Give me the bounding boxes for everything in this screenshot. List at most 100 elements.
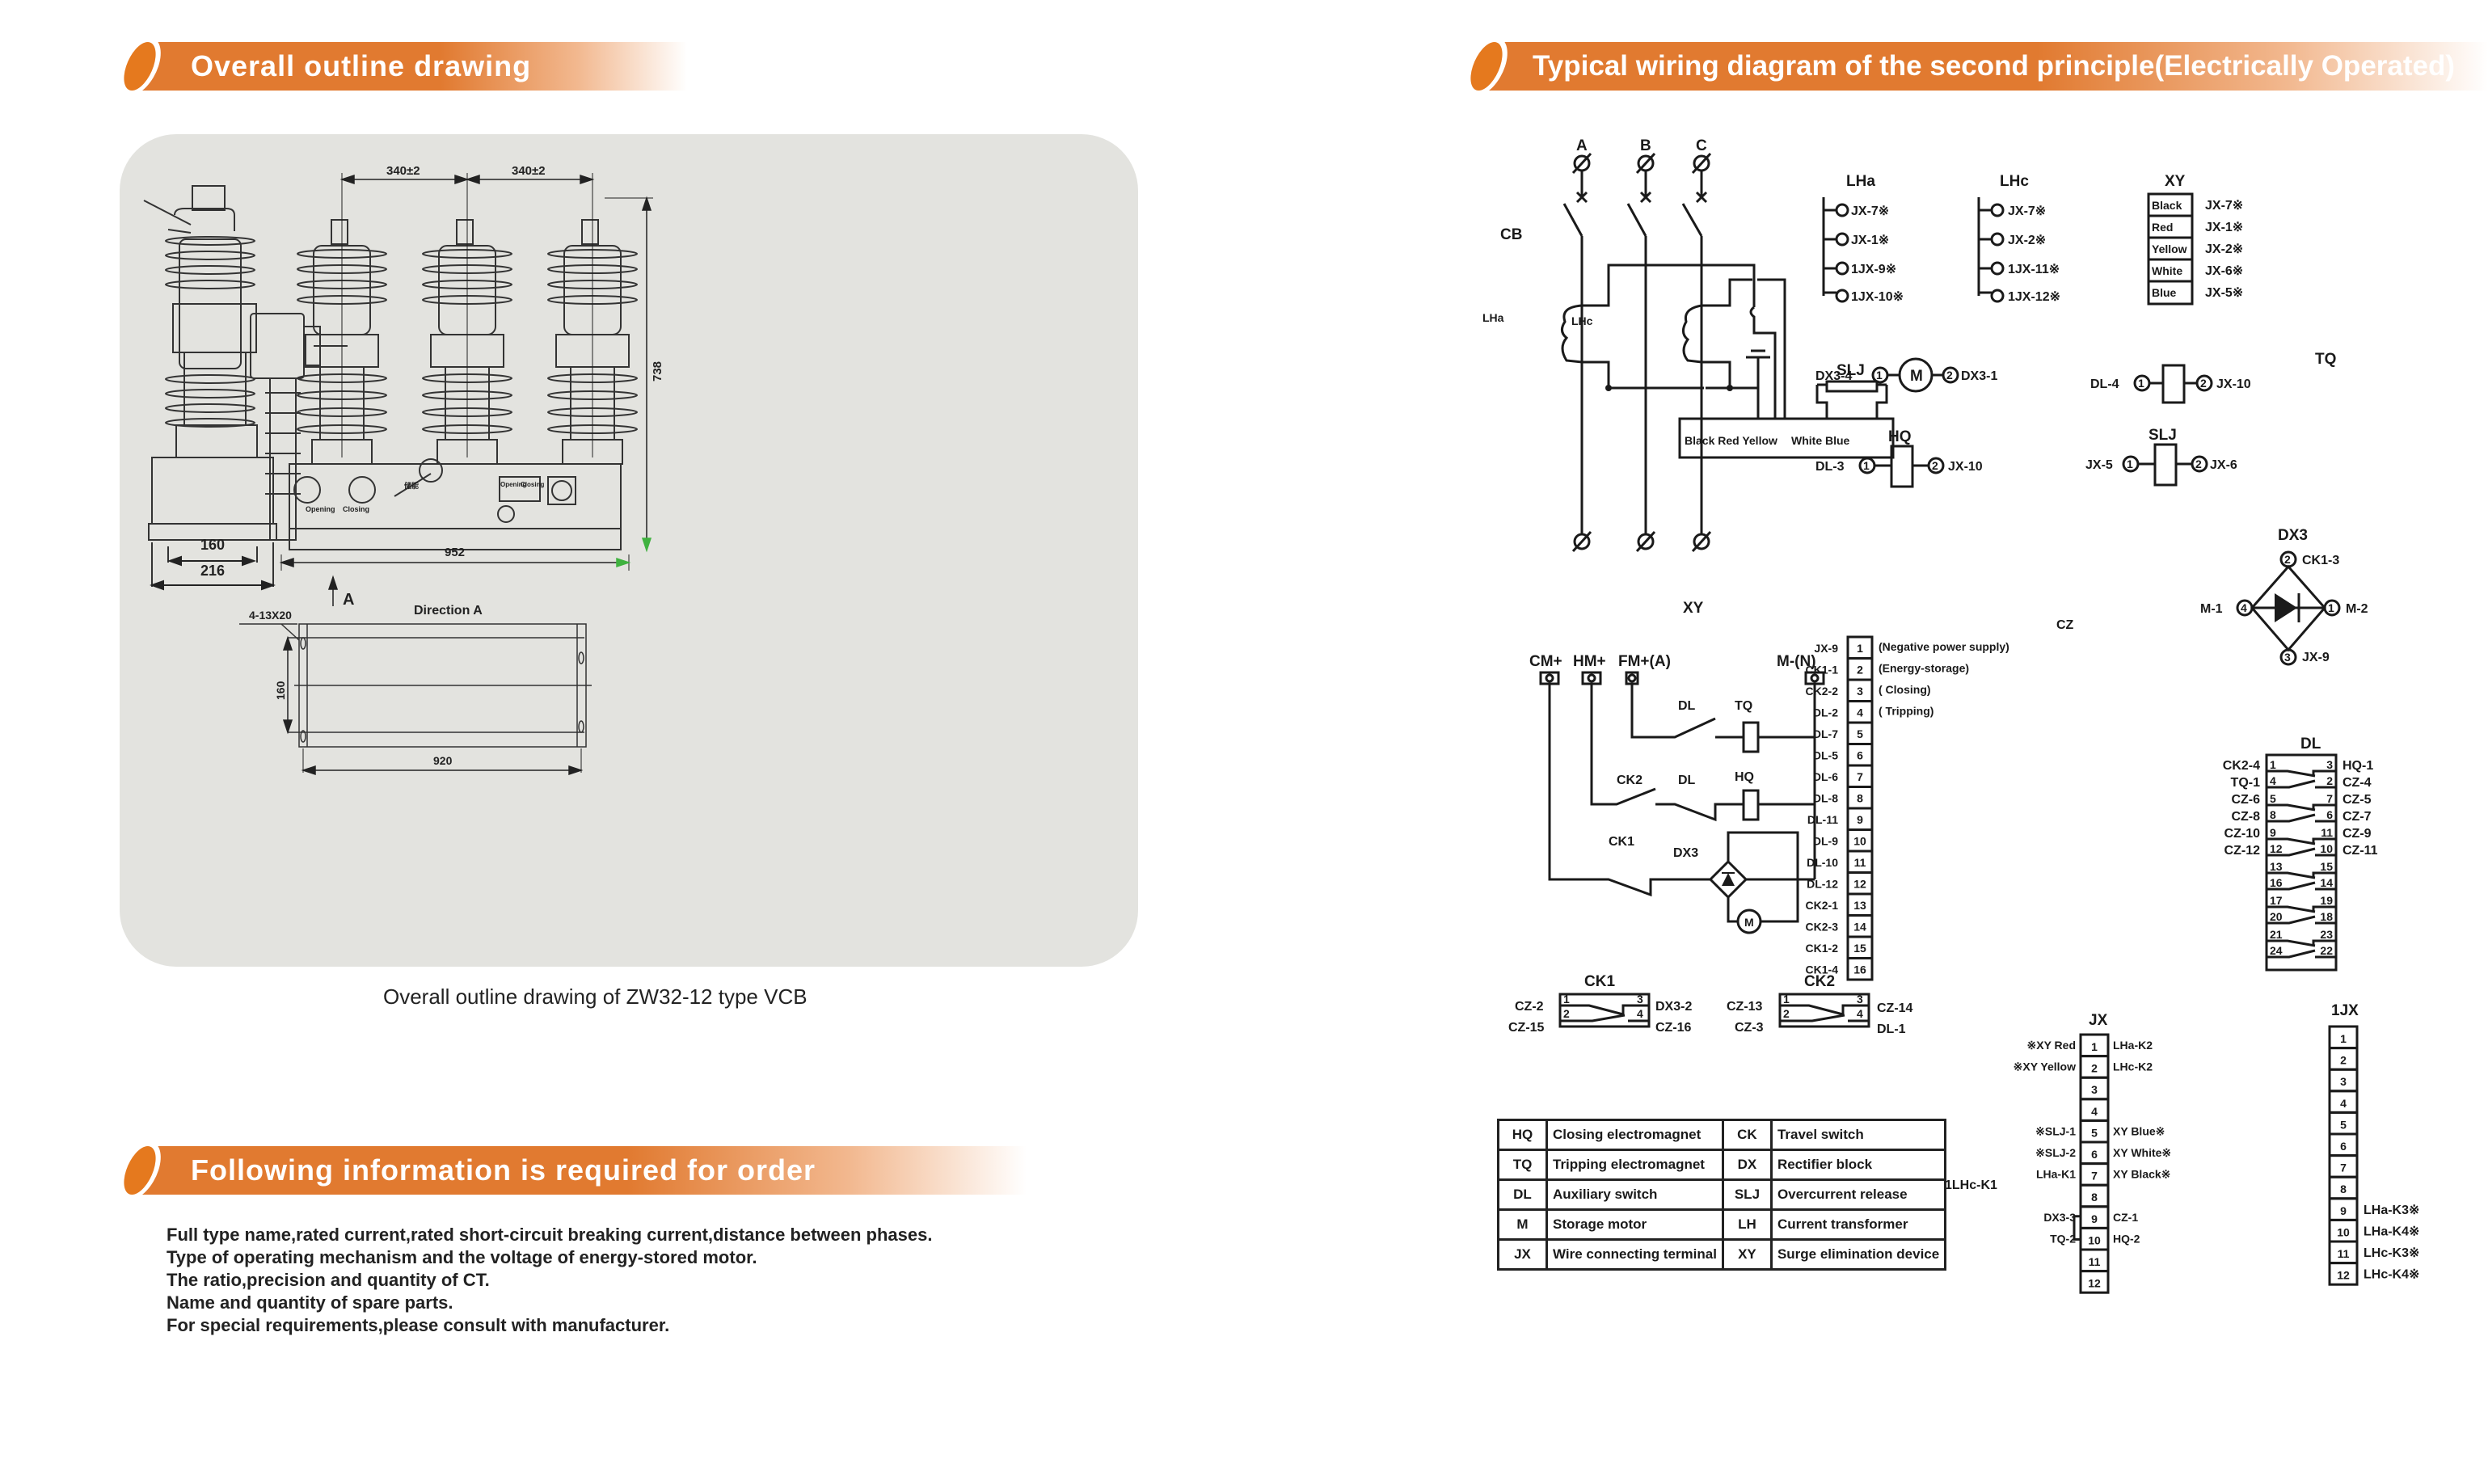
cz-left-label: DL-5 [1813,749,1838,762]
xy-blue: Blue [2152,286,2177,299]
1jx-num: 6 [2340,1140,2347,1153]
label: CZ-13 [1727,1000,1763,1014]
jx-left-label: DX3-3 [2043,1211,2076,1224]
label: JX-7※ [2205,199,2243,213]
label: 2 [1946,369,1953,382]
control-ck2: CK2 [1617,774,1643,787]
label: CZ-14 [1877,1001,1913,1015]
label: Wire connecting terminal [1546,1238,1724,1271]
label: DL [1497,1178,1548,1211]
lhc-title: LHc [2000,173,2029,190]
order-item: The ratio,precision and quantity of CT. [167,1270,490,1290]
label: JX-10 [2216,377,2251,391]
phase-a-label: A [1576,137,1588,154]
dl-contact [2267,769,2336,789]
label: 1 [2328,601,2334,614]
label: JX-5 [2085,458,2113,472]
dl-right-label: HQ-1 [2343,759,2373,773]
jx-side-label: 1LHc-K1 [1945,1178,1997,1192]
cz-num: 2 [1857,664,1863,677]
jx-left-label: ※XY Yellow [2014,1060,2076,1073]
jx-num: 6 [2091,1148,2098,1161]
phase-b-label: B [1640,137,1651,154]
cz-note: (Energy-storage) [1879,662,1969,675]
lhc-k2: JX-2※ [2008,234,2046,247]
cb-label: CB [1500,226,1522,243]
label: M [1910,368,1923,385]
label: TQ [1497,1149,1548,1181]
order-item: Type of operating mechanism and the volt… [167,1247,757,1267]
dl-num: 14 [2320,876,2333,889]
lhc-taps: LHc JX-7※ JX-2※ 1JX-11※ 1JX-12※ [1977,173,2060,304]
dl-num: 1 [2270,758,2276,771]
control-circuit: CM+ HM+ FM+(A) M-(N) DL TQ CK2 DL HQ CK1… [1529,653,1825,934]
section-banner-outline: Overall outline drawing [112,37,687,95]
label: 1 [1563,993,1570,1005]
jx-num: 1 [2091,1040,2098,1053]
cz-num: 16 [1853,963,1866,976]
lha-taps: LHa JX-7※ JX-1※ 1JX-9※ 1JX-10※ [1822,173,1904,304]
cz-note: ( Tripping) [1879,705,1933,718]
dl-num: 15 [2320,860,2333,873]
cz-num: 9 [1857,813,1863,826]
label: CZ-16 [1655,1021,1692,1035]
label: CZ-3 [1735,1021,1764,1035]
jx-num: 4 [2091,1105,2098,1118]
label: 1 [1863,459,1870,472]
label: DL-3 [1815,460,1845,474]
lhc-k3: 1JX-11※ [2008,263,2060,276]
label: Tripping electromagnet [1546,1149,1724,1181]
dim-base-depth: 160 [274,681,287,700]
label: CZ-2 [1515,1000,1544,1014]
jx-num: 2 [2091,1062,2098,1075]
cz-num: 13 [1853,899,1866,912]
label: CK [1721,1119,1773,1151]
jx-right-label: XY Blue※ [2113,1124,2165,1137]
1jx-num: 4 [2340,1097,2347,1110]
xy-colors: XY Black Red Yellow White Blue JX-7※ JX-… [2147,173,2243,306]
cz-left-label: DL-12 [1807,878,1838,891]
xy-box-left-label: Black Red Yellow [1685,434,1777,447]
control-tq: TQ [1735,699,1752,713]
order-item: Full type name,rated current,rated short… [167,1225,933,1245]
legend-row: HQ Closing electromagnet CK Travel switch [1497,1119,1947,1151]
terminal-cm-plus: CM+ [1529,653,1562,670]
cz-left-label: DL-9 [1813,835,1838,848]
jx-num: 3 [2091,1083,2098,1096]
cz-num: 15 [1853,942,1866,955]
dim-hole-spacing: 920 [433,754,453,767]
dl-num: 13 [2270,860,2283,873]
label: JX-6 [2210,458,2237,472]
legend-row: M Storage motor LH Current transformer [1497,1208,1947,1241]
lhc-k1: JX-7※ [2008,204,2046,218]
legend-row: JX Wire connecting terminal XY Surge elimin… [1497,1238,1947,1271]
terminal-hm-plus: HM+ [1573,653,1606,670]
1jx-right-label: LHc-K4※ [2364,1268,2419,1282]
slj-symbol: SLJ JX-5 1 2 JX-6 [2085,427,2237,487]
control-ck1: CK1 [1609,835,1634,849]
dl-num: 18 [2320,910,2333,923]
cz-left-label: DL-8 [1813,792,1838,805]
control-dl-1: DL [1678,699,1696,713]
dl-num: 10 [2320,842,2333,855]
legend-row: TQ Tripping electromagnet DX Rectifier bloc… [1497,1149,1947,1181]
label: JX-10 [1948,460,1983,474]
label: Rectifier block [1769,1149,1947,1181]
label: CZ-15 [1508,1021,1545,1035]
jx-num: 11 [2089,1255,2101,1268]
side-view [143,185,348,587]
section-title: Typical wiring diagram of the second pri… [1533,50,2456,82]
dim-mount-holes: 4-13X20 [249,609,292,622]
label-closing: Closing [343,505,369,513]
dl-num: 5 [2270,792,2276,805]
dim-side-inner: 160 [200,537,225,553]
jx-terminal: JX 1LHc-K1 1 ※XY Red LHa-K2 2 ※XY Yellow LHc-… [1945,1012,2171,1294]
label: 2 [1563,1007,1570,1020]
label: 1JX [2331,1002,2359,1019]
legend-table: HQ Closing electromagnet CK Travel switch T… [1497,1119,1947,1271]
jx-num: 7 [2091,1170,2098,1183]
label-lever: 储能 [404,481,419,490]
label: Travel switch [1769,1119,1947,1151]
cz-num: 11 [1854,856,1866,869]
control-dl-2: DL [1678,774,1696,787]
